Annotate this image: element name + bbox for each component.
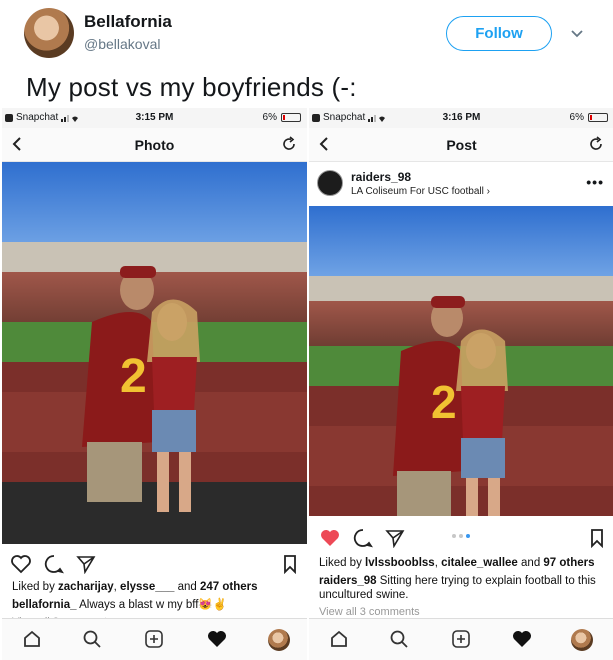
add-icon[interactable] [144,629,164,649]
status-bar: Snapchat 3:16 PM 6% [309,108,613,128]
likes-count[interactable]: 97 others [543,557,594,569]
likes-line: Liked by lvlssbooblss, citalee_wallee an… [319,556,608,570]
liker-link[interactable]: elysse___ [120,581,174,593]
tweet-header: Bellafornia @bellakoval Follow [0,0,613,68]
post-username[interactable]: raiders_98 [351,170,411,184]
follow-button[interactable]: Follow [446,16,552,51]
carousel-dots-icon [452,534,470,538]
likes-prefix: Liked by [319,557,366,569]
battery-icon [281,113,301,122]
svg-text:2: 2 [120,350,147,403]
tweet-text: My post vs my boyfriends (-: [26,72,357,102]
status-bar: Snapchat 3:15 PM 6% [2,108,307,128]
status-time: 3:15 PM [135,112,174,123]
stadium-photo: 2 [2,162,307,544]
activity-icon[interactable] [206,629,228,649]
likes-and: and [174,581,200,593]
add-icon[interactable] [451,629,471,649]
heart-icon[interactable] [319,528,341,548]
nav-bar: Photo [2,128,307,162]
likes-count[interactable]: 247 others [200,581,258,593]
post-location[interactable]: LA Coliseum For USC football › [351,186,490,197]
heart-icon[interactable] [10,554,32,574]
author-avatar[interactable] [24,8,74,58]
post-user-avatar[interactable] [317,170,343,196]
activity-icon[interactable] [511,629,533,649]
profile-avatar-tab[interactable] [268,629,290,651]
caption-username[interactable]: bellafornia_ [12,599,77,611]
liker-link[interactable]: citalee_wallee [441,557,518,569]
caption: bellafornia_ Always a blast w my bff😻✌️ [12,598,301,612]
share-icon[interactable] [76,554,96,574]
view-comments-link[interactable]: View all 3 comments [319,606,420,618]
liker-link[interactable]: lvlssbooblss [365,557,435,569]
caption-username[interactable]: raiders_98 [319,575,377,587]
tab-bar [309,618,613,660]
stadium-photo: 2 [309,206,613,516]
refresh-icon[interactable] [588,136,604,152]
post-actions [2,548,307,578]
home-icon[interactable] [329,629,349,649]
liker-link[interactable]: zacharijay [58,581,114,593]
author-handle[interactable]: @bellakoval [84,36,160,52]
save-icon[interactable] [590,528,604,548]
save-icon[interactable] [283,554,297,574]
likes-and: and [517,557,544,569]
battery-percent: 6% [569,112,584,123]
nav-bar: Post [309,128,613,162]
share-icon[interactable] [385,528,405,548]
svg-text:2: 2 [431,376,457,428]
page-title: Post [446,137,477,153]
comment-icon[interactable] [353,528,373,548]
likes-prefix: Liked by [12,581,59,593]
search-icon[interactable] [82,629,102,649]
home-icon[interactable] [22,629,42,649]
post-photo[interactable]: 2 [2,162,307,544]
caption: raiders_98 Sitting here trying to explai… [319,574,608,602]
more-options-icon[interactable]: ••• [586,174,604,190]
post-photo[interactable]: 2 [309,206,613,516]
screenshot-left: Snapchat 3:15 PM 6% Photo 2 Liked by zac… [2,108,307,660]
refresh-icon[interactable] [281,136,297,152]
search-icon[interactable] [389,629,409,649]
screenshot-right: Snapchat 3:16 PM 6% Post raiders_98 LA C… [309,108,613,660]
page-title: Photo [134,137,175,153]
caption-text: Always a blast w my bff😻✌️ [76,599,228,611]
author-display-name[interactable]: Bellafornia [84,12,172,32]
likes-line: Liked by zacharijay, elysse___ and 247 o… [12,580,301,594]
battery: 6% [263,112,301,123]
profile-avatar-tab[interactable] [571,629,593,651]
comment-icon[interactable] [44,554,64,574]
tab-bar [2,618,307,660]
post-actions [309,522,613,552]
battery-percent: 6% [262,112,277,123]
battery-icon [588,113,608,122]
battery: 6% [570,112,608,123]
chevron-down-icon[interactable] [567,24,587,44]
post-user-row: raiders_98 LA Coliseum For USC football … [309,162,613,206]
status-time: 3:16 PM [442,112,481,123]
